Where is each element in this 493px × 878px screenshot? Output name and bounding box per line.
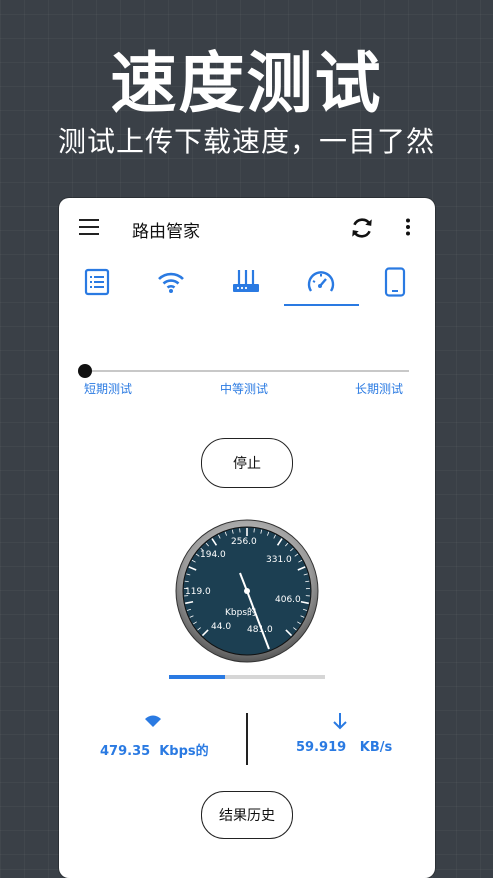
speedometer-icon <box>306 269 336 295</box>
router-icon <box>231 267 261 297</box>
tab-wifi[interactable] <box>143 260 199 304</box>
tab-list[interactable] <box>69 260 125 304</box>
result-history-button[interactable]: 结果历史 <box>201 791 293 839</box>
phone-device-icon <box>383 267 407 297</box>
gauge-label-406: 406.0 <box>275 595 301 605</box>
download-arrow-icon <box>332 712 348 730</box>
test-progress-bar <box>169 675 325 679</box>
gauge-label-256: 256.0 <box>231 537 257 547</box>
hero-title: 速度测试 <box>0 30 493 126</box>
gauge-label-481: 481.0 <box>247 625 273 635</box>
hero-subtitle: 测试上传下载速度，一目了然 <box>0 120 493 160</box>
list-icon <box>83 268 111 296</box>
app-title: 路由管家 <box>132 217 200 242</box>
tab-router[interactable] <box>218 260 274 304</box>
refresh-icon[interactable] <box>349 215 375 241</box>
stats-divider <box>246 713 248 765</box>
gauge-label-331: 331.0 <box>266 555 292 565</box>
download-speed-value: 59.919 KB/s <box>296 740 392 755</box>
download-value: 59.919 <box>296 740 346 755</box>
more-vertical-icon[interactable] <box>405 218 411 236</box>
gauge-label-119: 119.0 <box>185 587 211 597</box>
app-bar: 路由管家 <box>59 198 435 256</box>
wifi-icon <box>156 269 186 295</box>
duration-option-short[interactable]: 短期测试 <box>84 380 132 397</box>
duration-option-medium[interactable]: 中等测试 <box>220 380 268 397</box>
tab-indicator <box>284 304 359 306</box>
upload-unit: Kbps的 <box>159 744 208 759</box>
gauge-label-44: 44.0 <box>211 622 231 632</box>
phone-screen: 路由管家 <box>59 198 435 878</box>
gauge-unit-label: Kbps的 <box>225 605 256 618</box>
wifi-signal-icon <box>144 714 162 728</box>
duration-slider-track[interactable] <box>84 370 409 372</box>
duration-option-long[interactable]: 长期测试 <box>355 380 403 397</box>
tab-speed-test[interactable] <box>293 260 349 304</box>
upload-speed-value: 479.35 Kbps的 <box>100 740 209 759</box>
tab-device[interactable] <box>367 260 423 304</box>
test-progress-fill <box>169 675 225 679</box>
upload-value: 479.35 <box>100 744 150 759</box>
menu-icon[interactable] <box>79 219 99 235</box>
download-unit: KB/s <box>360 740 392 755</box>
tab-bar <box>59 260 435 308</box>
stop-button[interactable]: 停止 <box>201 438 293 488</box>
gauge-label-194: 194.0 <box>200 550 226 560</box>
speed-gauge: 256.0 194.0 331.0 119.0 406.0 Kbps的 44.0… <box>174 518 320 664</box>
duration-slider-thumb[interactable] <box>78 364 92 378</box>
